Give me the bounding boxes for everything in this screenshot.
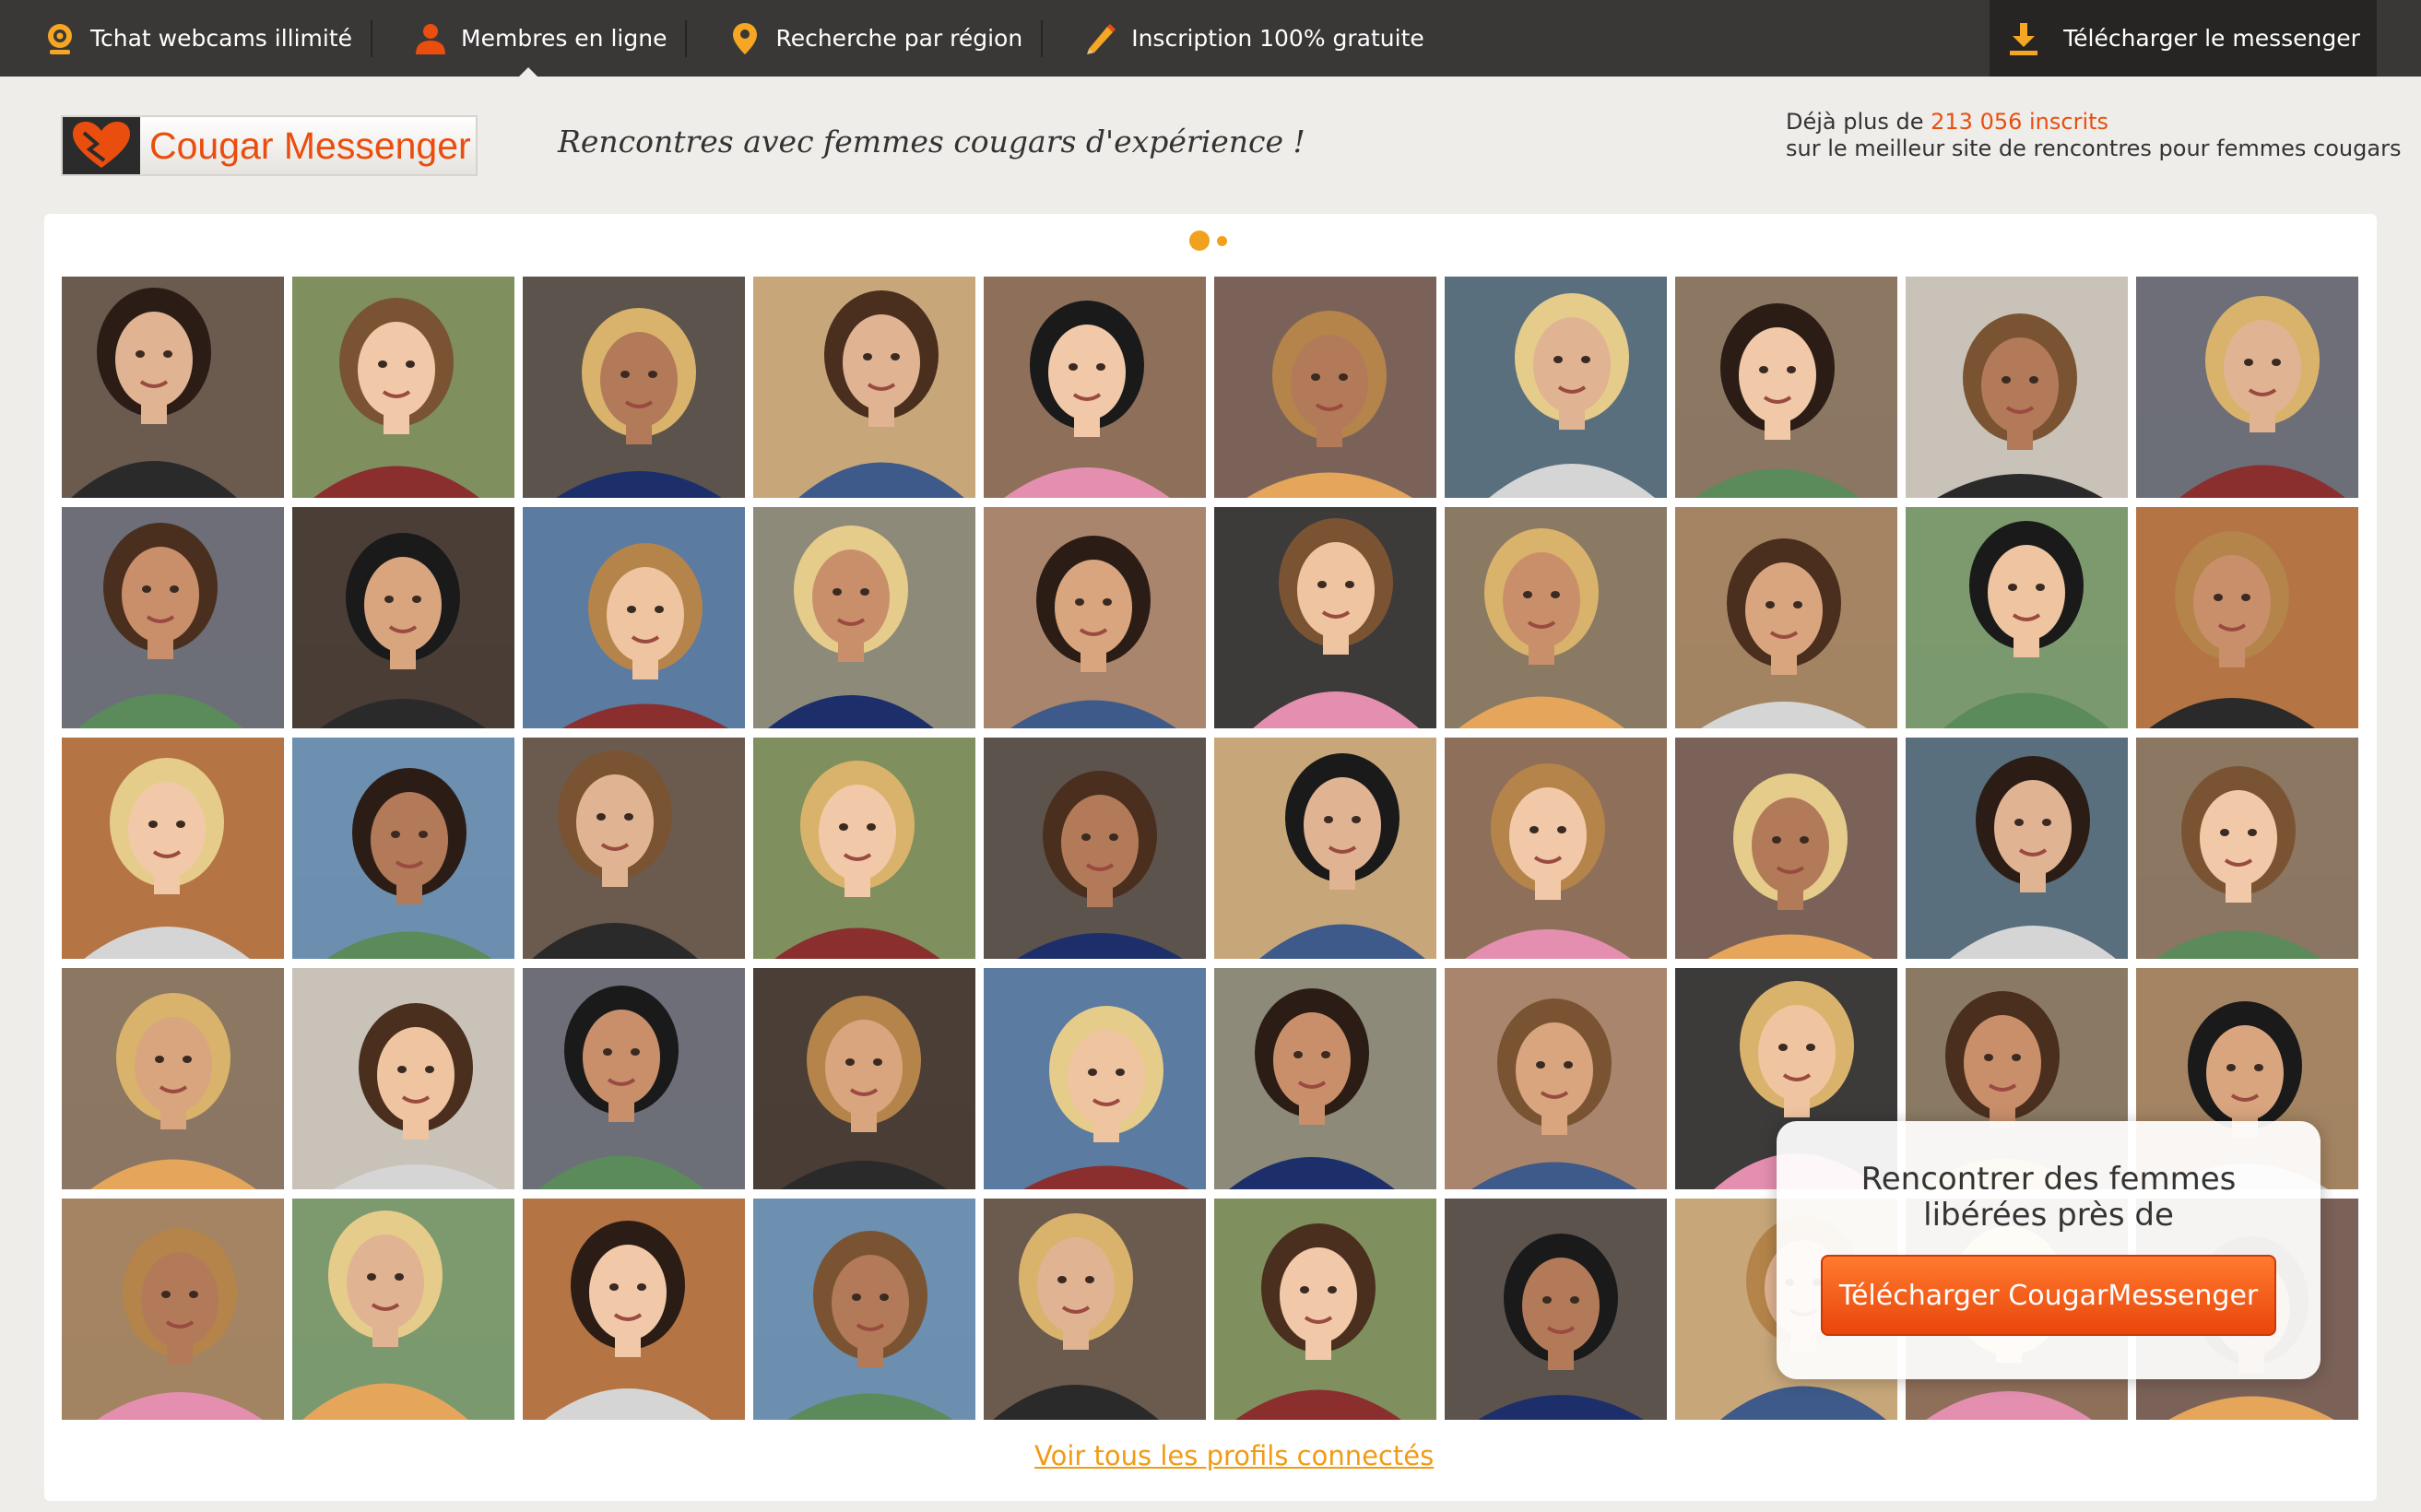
popup-text: Rencontrer des femmes libérées près de (1860, 1161, 2237, 1234)
members-info: Déjà plus de 213 056 inscrits sur le mei… (1786, 109, 2401, 162)
members-prefix: Déjà plus de (1786, 109, 1931, 135)
top-navigation-bar: Tchat webcams illimité Membres en ligne … (0, 0, 2421, 77)
download-popup: Rencontrer des femmes libérées près de T… (1777, 1121, 2321, 1379)
profile-photo[interactable] (62, 507, 284, 728)
profile-photo[interactable] (1214, 1199, 1436, 1420)
map-pin-icon (727, 21, 762, 56)
heart-logo-icon (63, 117, 140, 174)
cougar-messenger-logo[interactable]: Cougar Messenger (61, 115, 478, 176)
profile-photo[interactable] (984, 738, 1206, 959)
profile-photo[interactable] (523, 968, 745, 1189)
download-cougarmessenger-button[interactable]: Télécharger CougarMessenger (1821, 1255, 2276, 1336)
members-suffix: sur le meilleur site de rencontres pour … (1786, 136, 2402, 161)
profile-photo[interactable] (62, 1199, 284, 1420)
profile-photo[interactable] (292, 738, 514, 959)
nav-webcam-chat-label: Tchat webcams illimité (90, 25, 353, 52)
nav-online-members[interactable]: Membres en ligne (371, 0, 685, 77)
profile-photo[interactable] (2136, 738, 2358, 959)
webcam-icon (42, 21, 77, 56)
profile-photo[interactable] (984, 968, 1206, 1189)
profile-photo[interactable] (1906, 507, 2128, 728)
nav-search-region[interactable]: Recherche par région (685, 0, 1041, 77)
download-messenger-button[interactable]: Télécharger le messenger (1990, 0, 2377, 77)
logo-text: Cougar Messenger (149, 124, 471, 167)
profile-photo[interactable] (1214, 738, 1436, 959)
profile-photo[interactable] (1214, 277, 1436, 498)
profile-photo[interactable] (523, 277, 745, 498)
nav-webcam-chat[interactable]: Tchat webcams illimité (0, 0, 371, 77)
profile-photo[interactable] (523, 507, 745, 728)
carousel-dot-2[interactable] (1217, 235, 1227, 246)
profile-photo[interactable] (1214, 968, 1436, 1189)
profile-photo[interactable] (292, 1199, 514, 1420)
carousel-dot-1[interactable] (1189, 230, 1210, 251)
profile-photo[interactable] (1445, 968, 1667, 1189)
nav-free-signup[interactable]: Inscription 100% gratuite (1041, 0, 1443, 77)
profile-photo[interactable] (1214, 507, 1436, 728)
profile-photo[interactable] (292, 277, 514, 498)
profile-photo[interactable] (1445, 738, 1667, 959)
download-icon (2006, 21, 2041, 56)
profile-photo[interactable] (1906, 277, 2128, 498)
nav-free-signup-label: Inscription 100% gratuite (1131, 25, 1424, 52)
profile-photo[interactable] (1445, 507, 1667, 728)
profile-photo[interactable] (753, 277, 975, 498)
profile-photo[interactable] (62, 277, 284, 498)
carousel-indicator (1189, 230, 1234, 251)
pencil-icon (1083, 21, 1118, 56)
profile-photo[interactable] (1906, 738, 2128, 959)
profile-photo[interactable] (1675, 738, 1897, 959)
profile-photo[interactable] (523, 1199, 745, 1420)
profile-photo[interactable] (984, 507, 1206, 728)
nav-online-members-label: Membres en ligne (461, 25, 667, 52)
profile-photo[interactable] (523, 738, 745, 959)
nav-search-region-label: Recherche par région (775, 25, 1023, 52)
profile-photo[interactable] (753, 507, 975, 728)
profile-photo[interactable] (1445, 277, 1667, 498)
profile-photo[interactable] (62, 968, 284, 1189)
see-all-profiles-link[interactable]: Voir tous les profils connectés (1034, 1440, 1434, 1471)
download-messenger-label: Télécharger le messenger (2063, 25, 2360, 52)
profile-photo[interactable] (753, 968, 975, 1189)
profile-photo[interactable] (753, 1199, 975, 1420)
members-count: 213 056 inscrits (1931, 109, 2109, 135)
profile-photo[interactable] (1675, 277, 1897, 498)
profile-photo[interactable] (1445, 1199, 1667, 1420)
profile-photo[interactable] (984, 277, 1206, 498)
profile-photo[interactable] (292, 507, 514, 728)
profile-photo[interactable] (984, 1199, 1206, 1420)
profile-photo[interactable] (2136, 507, 2358, 728)
top-nav-links: Tchat webcams illimité Membres en ligne … (0, 0, 1443, 77)
profile-photo[interactable] (753, 738, 975, 959)
user-icon (413, 21, 448, 56)
profile-photo[interactable] (292, 968, 514, 1189)
site-tagline: Rencontres avec femmes cougars d'expérie… (558, 124, 1305, 159)
profile-photo[interactable] (62, 738, 284, 959)
profile-photo[interactable] (2136, 277, 2358, 498)
profile-photo[interactable] (1675, 507, 1897, 728)
